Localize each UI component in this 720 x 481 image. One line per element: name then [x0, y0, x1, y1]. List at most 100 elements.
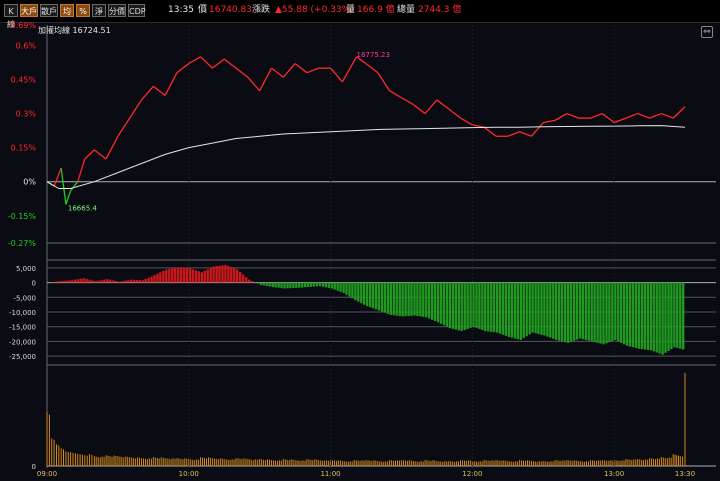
net-bar: [76, 279, 79, 283]
net-bar: [522, 282, 525, 339]
net-bar: [617, 282, 620, 342]
net-bar: [112, 280, 115, 283]
net-bar: [120, 281, 124, 283]
price-line-segment: [460, 117, 473, 126]
net-bar: [587, 282, 590, 341]
net-bar: [445, 282, 449, 327]
net-bar: [451, 282, 455, 329]
price-line-segment: [93, 149, 107, 160]
net-bar: [179, 267, 183, 283]
net-bar: [73, 279, 76, 283]
net-bar: [230, 267, 233, 283]
net-bar: [643, 282, 646, 350]
volume-y-tick-0: 0: [32, 463, 36, 471]
net-bar: [466, 282, 469, 329]
net-bar: [540, 282, 543, 335]
net-bar: [339, 282, 342, 292]
net-bar: [360, 282, 363, 304]
net-bar: [203, 270, 206, 283]
net-bar: [484, 282, 487, 332]
net-bar: [94, 281, 97, 283]
net-bar: [566, 282, 570, 343]
net-bar: [301, 282, 304, 288]
price-line-segment: [60, 167, 67, 205]
price-line-segment: [141, 85, 154, 101]
net-bar: [324, 282, 327, 288]
net-bar: [265, 282, 268, 286]
net-bar: [182, 267, 186, 283]
x-tick-2: 11:00: [320, 470, 340, 478]
net-bar: [262, 282, 265, 286]
net-bar: [433, 282, 437, 322]
price-annotation-1: 16665.4: [68, 204, 97, 212]
net-bar: [401, 282, 404, 317]
price-line-segment: [601, 113, 615, 124]
net-bar: [634, 282, 638, 348]
net-bar: [661, 282, 664, 355]
net-bar: [555, 282, 558, 340]
net-bar: [407, 282, 410, 316]
net-bar: [395, 282, 398, 316]
net-bar: [599, 282, 602, 344]
net-bar: [200, 272, 203, 283]
x-tick-1: 10:00: [179, 470, 199, 478]
net-bar: [416, 282, 419, 316]
net-bar: [150, 276, 153, 283]
price-line-segment: [543, 119, 556, 124]
net-bar: [389, 282, 392, 315]
net-bar: [215, 266, 218, 283]
net-bar: [637, 282, 641, 349]
price-line-segment: [271, 67, 284, 78]
net-bar: [70, 280, 73, 283]
net-bar: [351, 282, 354, 299]
price-line-segment: [672, 106, 686, 119]
net-bar: [82, 278, 85, 283]
price-line-segment: [530, 122, 544, 137]
price-y-tick-7: -0.27%: [8, 239, 37, 248]
price-line-segment: [306, 67, 319, 74]
price-line-segment: [613, 117, 627, 124]
net-bar: [91, 280, 94, 283]
price-line-segment: [412, 103, 426, 115]
net-bar: [525, 282, 528, 337]
net-bar: [590, 282, 593, 342]
net-bar: [448, 282, 452, 329]
net-bar: [463, 282, 466, 330]
net-bar: [126, 280, 130, 283]
net-bar: [543, 282, 546, 336]
net-bar: [457, 282, 460, 331]
price-line-segment: [590, 112, 603, 119]
net-bar: [321, 282, 325, 287]
net-bar: [236, 269, 239, 283]
net-y-tick-0: 5,000: [16, 265, 36, 273]
price-line-segment: [377, 72, 391, 92]
net-bar: [357, 282, 360, 302]
net-bar: [144, 279, 147, 283]
net-bar: [103, 279, 106, 283]
price-line-segment: [65, 190, 72, 205]
price-line-segment: [389, 90, 402, 99]
net-bar: [191, 269, 195, 283]
weighted-average-line: [46, 125, 686, 189]
net-bar: [366, 282, 369, 307]
net-bar: [436, 282, 440, 323]
net-bar: [312, 282, 316, 287]
net-bar: [454, 282, 457, 330]
net-bar: [475, 282, 478, 328]
net-bar: [374, 282, 378, 310]
net-bar: [584, 282, 587, 340]
net-bar: [168, 268, 171, 283]
price-line-segment: [117, 117, 131, 137]
net-bar: [309, 282, 313, 287]
net-bar: [114, 281, 118, 283]
price-line-segment: [472, 124, 485, 128]
net-bar: [501, 282, 505, 335]
net-bar: [153, 275, 156, 283]
net-bar: [563, 282, 567, 343]
net-bar: [165, 269, 168, 283]
net-bar: [197, 271, 200, 283]
price-y-tick-4: 0.15%: [11, 144, 37, 153]
net-bar: [504, 282, 508, 336]
net-bar: [271, 282, 274, 287]
net-bar: [549, 282, 552, 338]
